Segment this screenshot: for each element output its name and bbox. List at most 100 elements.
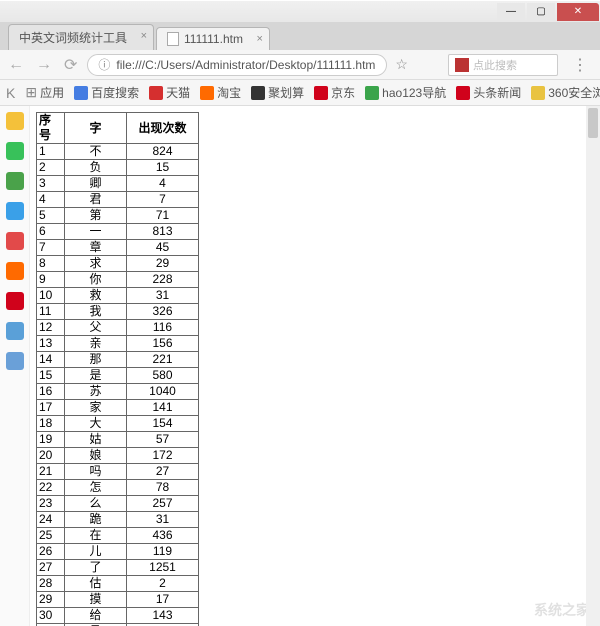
bookmark-icon bbox=[149, 86, 163, 100]
close-icon[interactable]: × bbox=[141, 30, 147, 42]
bookmark-item[interactable]: 360安全浏览器 bbox=[531, 84, 600, 101]
tab-tool[interactable]: 中英文词频统计工具 × bbox=[8, 24, 154, 50]
cell-index: 10 bbox=[37, 288, 65, 304]
document-icon bbox=[167, 32, 179, 46]
cell-count: 31 bbox=[127, 512, 199, 528]
cell-count: 119 bbox=[127, 544, 199, 560]
bookmark-bar: K ⊞ 应用 百度搜索 天猫 淘宝 聚划算 京东 hao123导航 头条新闻 3… bbox=[0, 80, 600, 106]
table-row: 10救31 bbox=[37, 288, 199, 304]
table-row: 20娘172 bbox=[37, 448, 199, 464]
cell-index: 12 bbox=[37, 320, 65, 336]
cell-count: 1251 bbox=[127, 560, 199, 576]
grid-icon[interactable] bbox=[6, 322, 24, 340]
cell-index: 17 bbox=[37, 400, 65, 416]
apps-button[interactable]: ⊞ 应用 bbox=[25, 84, 64, 101]
tab-label: 111111.htm bbox=[184, 32, 243, 46]
bookmark-item[interactable]: 头条新闻 bbox=[456, 84, 521, 101]
table-row: 28估2 bbox=[37, 576, 199, 592]
table-row: 29摸17 bbox=[37, 592, 199, 608]
header-index: 序号 bbox=[37, 113, 65, 144]
table-row: 23么257 bbox=[37, 496, 199, 512]
cell-index: 22 bbox=[37, 480, 65, 496]
forward-button[interactable]: → bbox=[34, 56, 54, 74]
back-button[interactable]: ← bbox=[6, 56, 26, 74]
cell-count: 17 bbox=[127, 592, 199, 608]
cell-count: 27 bbox=[127, 464, 199, 480]
search-icon[interactable] bbox=[6, 202, 24, 220]
cell-char: 亲 bbox=[65, 336, 127, 352]
cell-char: 估 bbox=[65, 576, 127, 592]
tab-label: 中英文词频统计工具 bbox=[19, 29, 127, 46]
bookmark-item[interactable]: 天猫 bbox=[149, 84, 190, 101]
tab-file[interactable]: 111111.htm × bbox=[156, 27, 270, 50]
cell-char: 儿 bbox=[65, 544, 127, 560]
table-row: 16苏1040 bbox=[37, 384, 199, 400]
bookmark-label: 聚划算 bbox=[268, 84, 304, 101]
cell-char: 负 bbox=[65, 160, 127, 176]
ju-icon[interactable] bbox=[6, 292, 24, 310]
cell-count: 813 bbox=[127, 224, 199, 240]
cell-char: 父 bbox=[65, 320, 127, 336]
window-close-button[interactable]: ✕ bbox=[557, 3, 599, 21]
table-row: 8求29 bbox=[37, 256, 199, 272]
cell-char: 给 bbox=[65, 608, 127, 624]
cell-count: 78 bbox=[127, 480, 199, 496]
cell-index: 30 bbox=[37, 608, 65, 624]
bookmark-label: 头条新闻 bbox=[473, 84, 521, 101]
bookmark-icon bbox=[200, 86, 214, 100]
leaf-icon[interactable] bbox=[6, 172, 24, 190]
vertical-scrollbar[interactable] bbox=[586, 106, 600, 626]
bookmark-star-icon[interactable]: ☆ bbox=[395, 56, 408, 73]
bookmark-item[interactable]: 聚划算 bbox=[251, 84, 304, 101]
bookmark-item[interactable]: 百度搜索 bbox=[74, 84, 139, 101]
table-row: 12父116 bbox=[37, 320, 199, 336]
cell-index: 6 bbox=[37, 224, 65, 240]
table-row: 27了1251 bbox=[37, 560, 199, 576]
url-input[interactable]: ⓘ file:///C:/Users/Administrator/Desktop… bbox=[87, 54, 387, 76]
table-row: 15是580 bbox=[37, 368, 199, 384]
table-row: 5第71 bbox=[37, 208, 199, 224]
window-maximize-button[interactable]: ▢ bbox=[527, 3, 555, 21]
header-char: 字 bbox=[65, 113, 127, 144]
cell-index: 29 bbox=[37, 592, 65, 608]
bookmark-item[interactable]: 淘宝 bbox=[200, 84, 241, 101]
apps-grid-icon: ⊞ bbox=[25, 84, 37, 101]
bookmark-icon bbox=[74, 86, 88, 100]
cell-index: 25 bbox=[37, 528, 65, 544]
search-input[interactable]: 点此搜索 bbox=[448, 54, 558, 76]
bookmark-item[interactable]: hao123导航 bbox=[365, 84, 446, 101]
cell-index: 11 bbox=[37, 304, 65, 320]
cell-index: 5 bbox=[37, 208, 65, 224]
clock-icon[interactable] bbox=[6, 142, 24, 160]
cell-char: 是 bbox=[65, 368, 127, 384]
cell-count: 156 bbox=[127, 336, 199, 352]
star-icon[interactable] bbox=[6, 112, 24, 130]
cell-count: 326 bbox=[127, 304, 199, 320]
bookmark-label: 天猫 bbox=[166, 84, 190, 101]
book-icon[interactable] bbox=[6, 352, 24, 370]
reload-button[interactable]: ⟳ bbox=[62, 55, 79, 75]
cell-char: 在 bbox=[65, 528, 127, 544]
k-icon[interactable]: K bbox=[6, 85, 15, 101]
cell-index: 19 bbox=[37, 432, 65, 448]
cart-icon[interactable] bbox=[6, 262, 24, 280]
cell-count: 154 bbox=[127, 416, 199, 432]
news-icon[interactable] bbox=[6, 232, 24, 250]
menu-button[interactable]: ⋮ bbox=[566, 55, 594, 75]
close-icon[interactable]: × bbox=[257, 33, 263, 45]
bookmark-icon bbox=[456, 86, 470, 100]
cell-index: 3 bbox=[37, 176, 65, 192]
cell-index: 15 bbox=[37, 368, 65, 384]
scroll-thumb[interactable] bbox=[588, 108, 598, 138]
cell-count: 580 bbox=[127, 368, 199, 384]
table-row: 24跪31 bbox=[37, 512, 199, 528]
cell-char: 章 bbox=[65, 240, 127, 256]
cell-char: 卿 bbox=[65, 176, 127, 192]
frequency-table: 序号 字 出现次数 1不8242负153卿44君75第716一8137章458求… bbox=[36, 112, 199, 626]
bookmark-label: 淘宝 bbox=[217, 84, 241, 101]
table-row: 19姑57 bbox=[37, 432, 199, 448]
table-row: 1不824 bbox=[37, 144, 199, 160]
window-minimize-button[interactable]: — bbox=[497, 3, 525, 21]
bookmark-item[interactable]: 京东 bbox=[314, 84, 355, 101]
table-row: 25在436 bbox=[37, 528, 199, 544]
